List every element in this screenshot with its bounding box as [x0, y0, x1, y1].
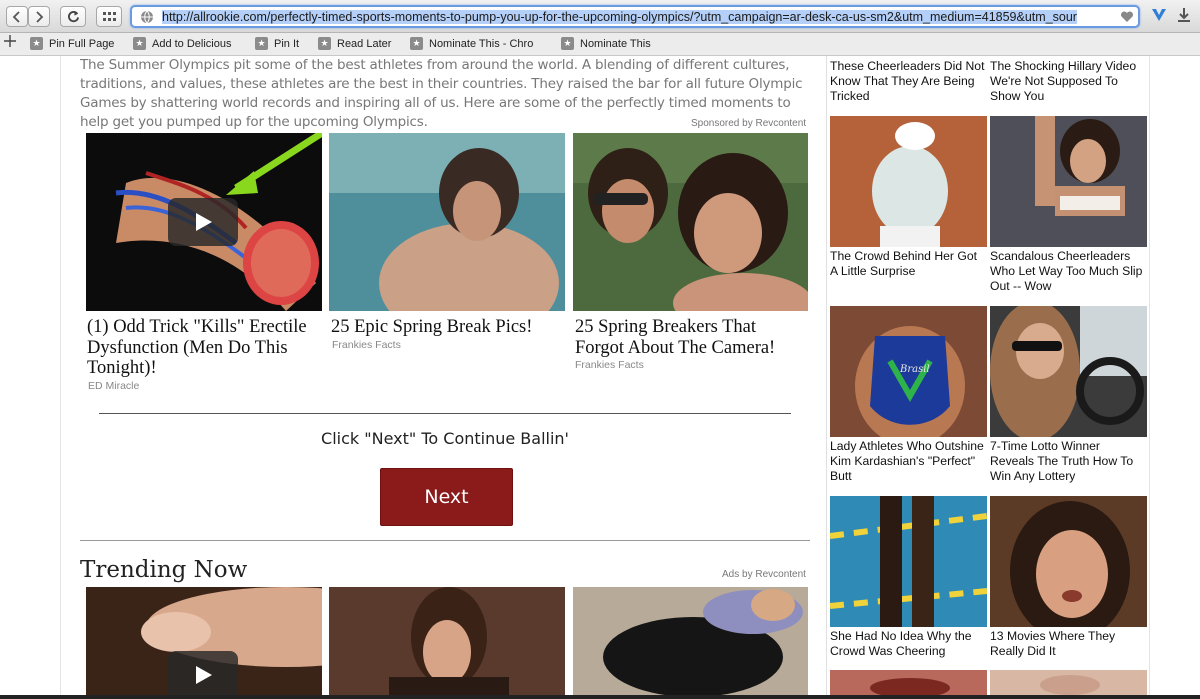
sidebar-item-7-image[interactable]	[830, 496, 987, 627]
star-icon: ★	[410, 37, 423, 50]
extension-v-icon	[1152, 9, 1166, 21]
heart-icon[interactable]	[1120, 11, 1134, 23]
sidebar-item-3-image[interactable]	[830, 116, 987, 247]
star-icon: ★	[30, 37, 43, 50]
sidebar-item-2-caption[interactable]: The Shocking Hillary Video We're Not Sup…	[990, 59, 1147, 104]
browser-toolbar: http://allrookie.com/perfectly-timed-spo…	[0, 0, 1200, 33]
chevron-left-icon	[12, 10, 20, 23]
sidebar-item-8-caption[interactable]: 13 Movies Where They Really Did It	[990, 629, 1147, 659]
sponsored-card-2-title[interactable]: 25 Epic Spring Break Pics!	[331, 317, 565, 338]
reload-button[interactable]	[60, 6, 86, 27]
sidebar-item-5-image[interactable]: Brasil	[830, 306, 987, 437]
bookmark-label: Add to Delicious	[152, 37, 232, 50]
bookmark-pin-full-page[interactable]: ★ Pin Full Page	[30, 37, 114, 50]
reload-icon	[67, 10, 79, 23]
play-button[interactable]	[168, 651, 238, 695]
globe-icon	[141, 10, 153, 24]
address-bar[interactable]: http://allrookie.com/perfectly-timed-spo…	[130, 5, 1140, 28]
bookmark-label: Read Later	[337, 37, 392, 50]
sponsored-tag[interactable]: Sponsored by Revcontent	[691, 118, 806, 129]
sponsored-card-3-title[interactable]: 25 Spring Breakers That Forgot About The…	[575, 317, 803, 358]
trending-card-3-image[interactable]	[573, 587, 808, 695]
bookmark-pin-it[interactable]: ★ Pin It	[255, 37, 299, 50]
sidebar-item-4-image[interactable]	[990, 116, 1147, 247]
star-icon: ★	[255, 37, 268, 50]
sponsored-card-3-source: Frankies Facts	[575, 359, 644, 371]
star-icon: ★	[318, 37, 331, 50]
grid-icon	[102, 11, 116, 21]
sidebar-item-1-caption[interactable]: These Cheerleaders Did Not Know That The…	[830, 59, 987, 104]
bookmark-label: Nominate This	[580, 37, 651, 50]
play-button[interactable]	[168, 198, 238, 246]
sidebar-item-5-caption[interactable]: Lady Athletes Who Outshine Kim Kardashia…	[830, 439, 987, 484]
trending-title: Trending Now	[80, 557, 248, 583]
bookmarks-bar: ★ Pin Full Page ★ Add to Delicious ★ Pin It…	[0, 33, 1200, 56]
play-icon	[196, 213, 212, 231]
sponsored-card-2-image[interactable]	[329, 133, 565, 311]
chevron-right-icon	[36, 10, 44, 23]
jersey-text: Brasil	[899, 364, 930, 375]
next-button[interactable]: Next	[380, 468, 513, 526]
trending-card-1-image[interactable]	[86, 587, 322, 695]
download-button[interactable]	[1176, 6, 1196, 27]
sponsored-card-1-title[interactable]: (1) Odd Trick "Kills" Erectile Dysfuncti…	[87, 317, 322, 379]
bookmark-label: Pin Full Page	[49, 37, 115, 50]
window-bottom-edge	[0, 695, 1200, 699]
sponsored-card-2-source: Frankies Facts	[332, 339, 401, 351]
bookmark-nominate-this-chrome[interactable]: ★ Nominate This - Chro	[410, 37, 545, 50]
plus-icon	[4, 35, 16, 47]
sidebar-item-3-caption[interactable]: The Crowd Behind Her Got A Little Surpri…	[830, 249, 987, 279]
star-icon: ★	[133, 37, 146, 50]
bookmark-label: Pin It	[274, 37, 300, 50]
sponsored-card-1-image[interactable]	[86, 133, 322, 311]
star-icon: ★	[561, 37, 574, 50]
top-sites-button[interactable]	[96, 6, 122, 27]
bookmark-nominate-this[interactable]: ★ Nominate This	[561, 37, 651, 50]
bookmark-read-later[interactable]: ★ Read Later	[318, 37, 391, 50]
bookmark-add-to-delicious[interactable]: ★ Add to Delicious	[133, 37, 232, 50]
divider	[80, 540, 810, 541]
ads-tag[interactable]: Ads by Revcontent	[722, 569, 806, 580]
sponsored-card-1-source: ED Miracle	[88, 380, 140, 392]
forward-button[interactable]	[28, 6, 50, 27]
extension-button[interactable]	[1150, 6, 1170, 27]
bookmark-label: Nominate This - Chro	[429, 37, 534, 50]
sponsored-card-3-image[interactable]	[573, 133, 808, 311]
download-icon	[1178, 8, 1190, 22]
url-domain: http://allrookie.com	[162, 10, 267, 24]
sidebar-item-6-image[interactable]	[990, 306, 1147, 437]
divider	[99, 413, 791, 414]
sidebar-item-7-caption[interactable]: She Had No Idea Why the Crowd Was Cheeri…	[830, 629, 987, 659]
url-text[interactable]: http://allrookie.com/perfectly-timed-spo…	[162, 10, 1114, 24]
sidebar-item-8-image[interactable]	[990, 496, 1147, 627]
back-button[interactable]	[6, 6, 28, 27]
next-prompt: Click "Next" To Continue Ballin'	[321, 429, 569, 448]
sidebar-item-4-caption[interactable]: Scandalous Cheerleaders Who Let Way Too …	[990, 249, 1147, 294]
trending-card-2-image[interactable]	[329, 587, 565, 695]
sidebar-item-10-image[interactable]	[990, 670, 1147, 695]
play-icon	[196, 666, 212, 684]
sidebar-item-9-image[interactable]	[830, 670, 987, 695]
add-bookmark-button[interactable]	[4, 35, 16, 47]
sidebar-item-6-caption[interactable]: 7-Time Lotto Winner Reveals The Truth Ho…	[990, 439, 1147, 484]
url-path: /perfectly-timed-sports-moments-to-pump-…	[266, 10, 1077, 24]
